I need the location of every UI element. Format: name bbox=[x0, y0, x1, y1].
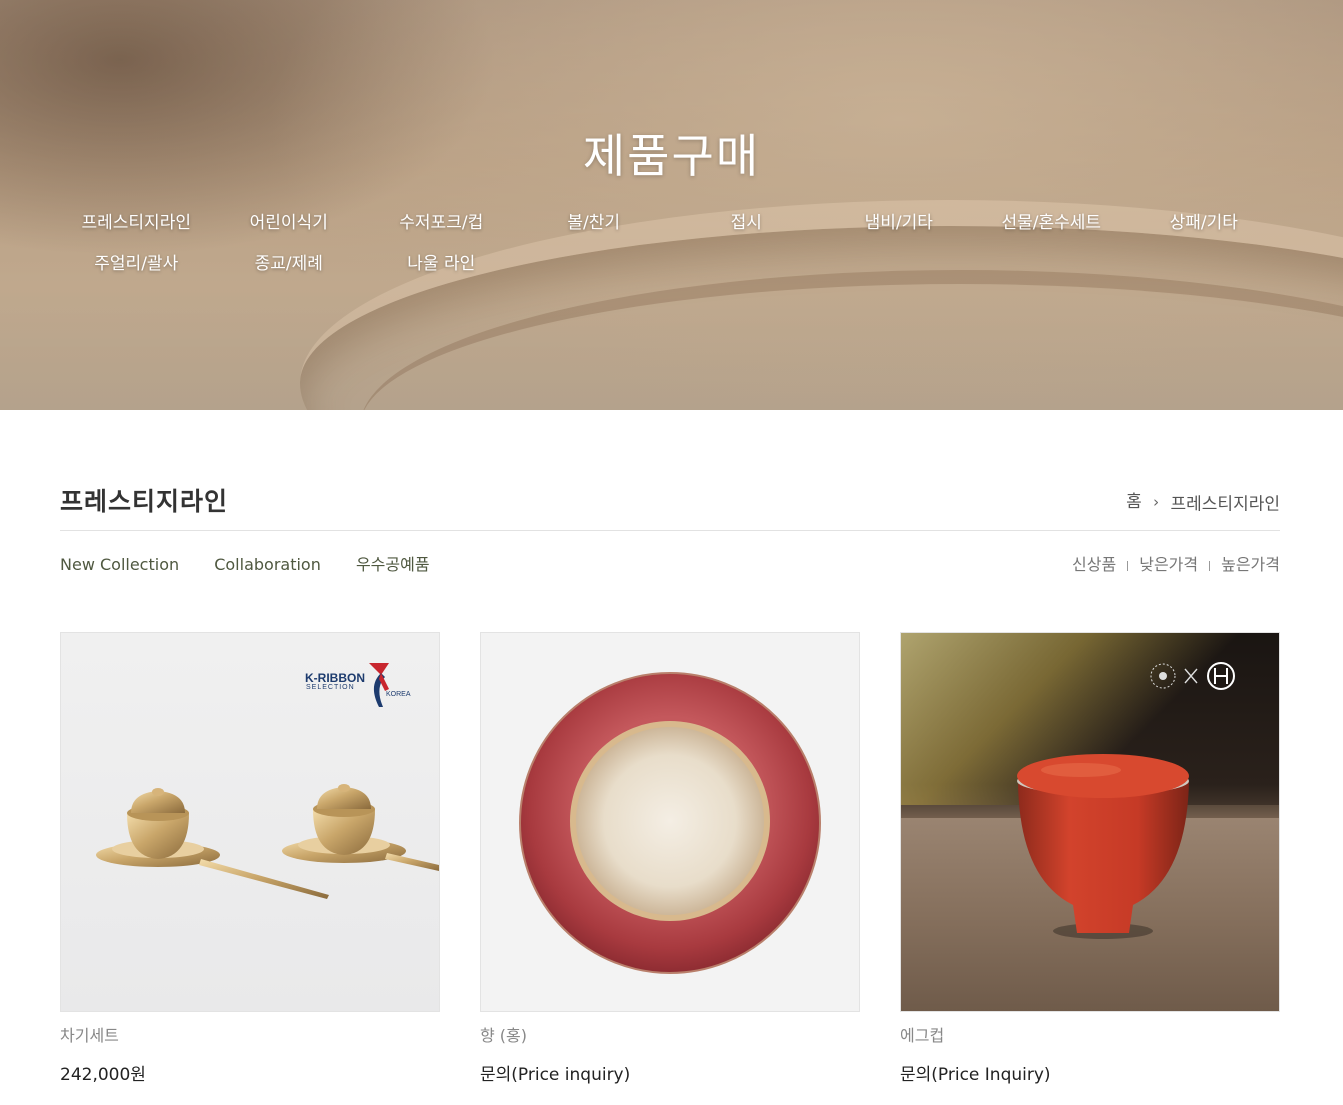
product-image[interactable] bbox=[900, 632, 1280, 1012]
breadcrumb-home[interactable]: 홈 bbox=[1126, 492, 1142, 512]
sort-price-low[interactable]: 낮은가격 bbox=[1139, 555, 1198, 574]
category-cutlery-cups[interactable]: 수저포크/컵 bbox=[365, 212, 518, 235]
product-price: 문의(Price Inquiry) bbox=[900, 1065, 1051, 1085]
hero-banner: 제품구매 프레스티지라인 어린이식기 수저포크/컵 볼/찬기 접시 냄비/기타 … bbox=[0, 0, 1343, 410]
sub-category-nav: New Collection Collaboration 우수공예품 bbox=[60, 551, 460, 575]
sort-newest[interactable]: 신상품 bbox=[1072, 555, 1116, 574]
sort-divider bbox=[1127, 560, 1129, 571]
product-card[interactable]: 향 (홍) 문의(Price inquiry) bbox=[480, 632, 860, 1085]
sort-divider bbox=[1209, 560, 1211, 571]
category-plaques[interactable]: 상패/기타 bbox=[1128, 212, 1281, 235]
product-card[interactable]: K-RIBBON SELECTION KOREA 차기세트 242,000원 bbox=[60, 632, 440, 1085]
category-jewelry[interactable]: 주얼리/괄사 bbox=[60, 253, 213, 276]
tea-set-illustration bbox=[96, 784, 439, 899]
category-kids-tableware[interactable]: 어린이식기 bbox=[213, 212, 366, 235]
breadcrumb: 홈 › 프레스티지라인 bbox=[1126, 487, 1280, 515]
section-title: 프레스티지라인 bbox=[60, 487, 229, 516]
sub-tab-excellent-crafts[interactable]: 우수공예품 bbox=[356, 555, 430, 574]
product-image[interactable]: K-RIBBON SELECTION KOREA bbox=[60, 632, 440, 1012]
category-nav: 프레스티지라인 어린이식기 수저포크/컵 볼/찬기 접시 냄비/기타 선물/혼수… bbox=[60, 212, 1280, 276]
category-plates[interactable]: 접시 bbox=[670, 212, 823, 235]
chevron-right-icon: › bbox=[1153, 493, 1160, 511]
sort-price-high[interactable]: 높은가격 bbox=[1221, 555, 1280, 574]
product-image[interactable] bbox=[480, 632, 860, 1012]
category-naul-line[interactable]: 나울 라인 bbox=[365, 253, 518, 276]
product-name[interactable]: 에그컵 bbox=[900, 1022, 1280, 1046]
category-pots[interactable]: 냄비/기타 bbox=[823, 212, 976, 235]
sort-options: 신상품 낮은가격 높은가격 bbox=[1072, 551, 1280, 575]
product-price: 문의(Price inquiry) bbox=[480, 1065, 631, 1085]
breadcrumb-current: 프레스티지라인 bbox=[1170, 494, 1280, 515]
category-prestige-line[interactable]: 프레스티지라인 bbox=[60, 212, 213, 235]
product-name[interactable]: 차기세트 bbox=[60, 1022, 440, 1046]
category-bowls[interactable]: 볼/찬기 bbox=[518, 212, 671, 235]
page-title: 제품구매 bbox=[582, 129, 761, 183]
section-header: 프레스티지라인 홈 › 프레스티지라인 bbox=[60, 482, 1280, 531]
product-card[interactable]: 에그컵 문의(Price Inquiry) bbox=[900, 632, 1280, 1085]
hero-overlay bbox=[0, 0, 1343, 410]
product-price: 242,000원 bbox=[60, 1065, 146, 1085]
egg-cup-illustration bbox=[1017, 754, 1189, 939]
red-plate-illustration bbox=[519, 672, 821, 974]
category-gift-sets[interactable]: 선물/혼수세트 bbox=[975, 212, 1128, 235]
sub-tab-new-collection[interactable]: New Collection bbox=[60, 555, 179, 574]
category-religious[interactable]: 종교/제례 bbox=[213, 253, 366, 276]
sub-tab-collaboration[interactable]: Collaboration bbox=[214, 555, 321, 574]
product-name[interactable]: 향 (홍) bbox=[480, 1022, 860, 1046]
